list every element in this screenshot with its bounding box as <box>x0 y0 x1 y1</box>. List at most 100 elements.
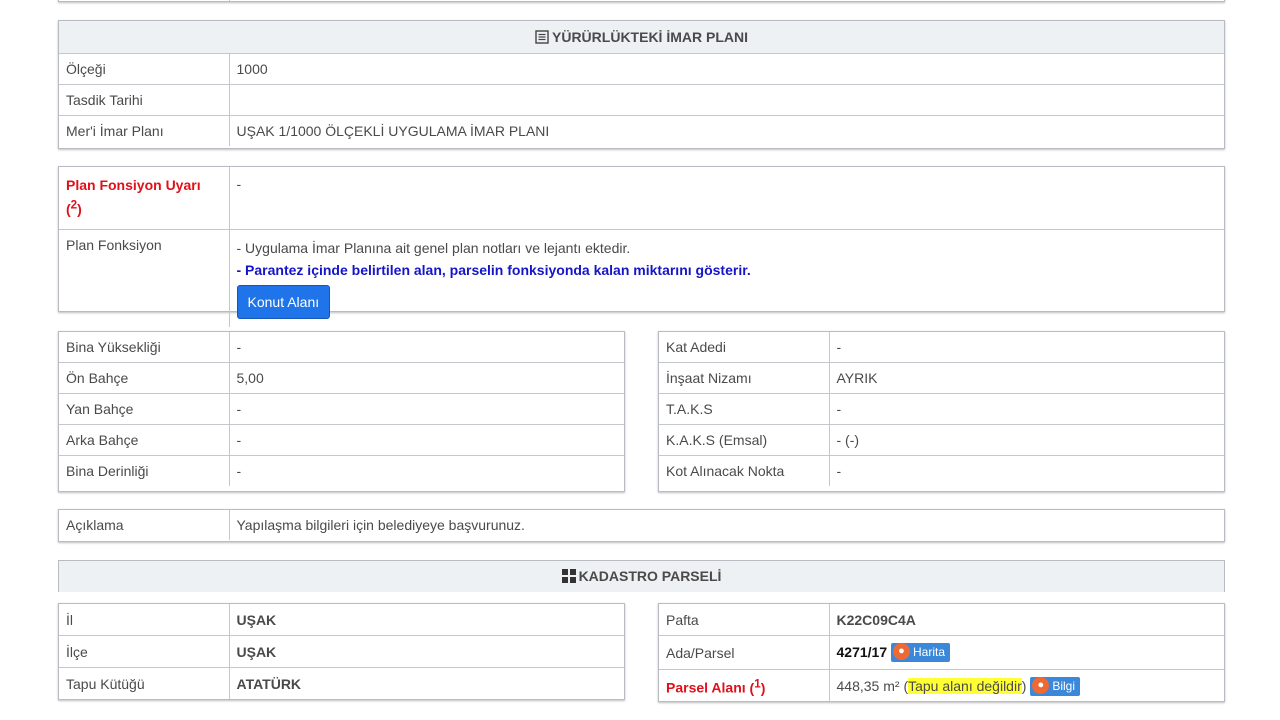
parsel-alani-label: Parsel Alanı <box>666 679 746 696</box>
plan-note-parantez: - Parantez içinde belirtilen alan, parse… <box>236 262 751 278</box>
row-label: Mer'i İmar Planı <box>59 115 230 146</box>
row-value: - (-) <box>829 424 1224 456</box>
aciklama-value: Yapılaşma bilgileri için belediyeye başv… <box>236 517 525 533</box>
grid-icon <box>561 563 576 594</box>
kadastro-header: KADASTRO PARSELİ <box>59 561 1224 592</box>
row-value: - <box>229 393 624 425</box>
kadastro-right-table: Pafta K22C09C4A Ada/Parsel 4271/17 ● Harit… <box>659 604 1224 703</box>
table-row: Mer'i İmar Planı UŞAK 1/1000 ÖLÇEKLİ UYGU… <box>59 115 1224 146</box>
kadastro-right-section: Pafta K22C09C4A Ada/Parsel 4271/17 ● Harit… <box>658 603 1225 703</box>
globe-icon: ● <box>1032 677 1050 694</box>
parsel-alani-footnote: (1) <box>749 677 766 696</box>
row-value: - <box>829 393 1224 425</box>
plan-fonksiyon-value: - Uygulama İmar Planına ait genel plan n… <box>229 230 1224 328</box>
row-label: Bina Derinliği <box>59 455 230 486</box>
imar-plan-table: Ölçeği 1000 Tasdik Tarihi Mer'i İmar Plan… <box>59 54 1224 146</box>
tapu-kutugu-label: Tapu Kütüğü <box>59 667 230 699</box>
row-label: İnşaat Nizamı <box>659 362 830 394</box>
kadastro-left-section: İl UŞAK İlçe UŞAK Tapu Kütüğü ATATÜRK <box>58 603 625 700</box>
kadastro-header-box: KADASTRO PARSELİ <box>58 560 1225 592</box>
yapi-left-table: Bina Yüksekliği - Ön Bahçe 5,00 Yan Bahçe -… <box>59 332 624 486</box>
warning-footnote-number: 2 <box>70 198 78 211</box>
aciklama-table: Açıklama Yapılaşma bilgileri için belediy… <box>59 510 1224 540</box>
row-label: Yan Bahçe <box>59 393 230 425</box>
ilce-label: İlçe <box>59 635 230 668</box>
warning-value: - <box>229 167 1224 230</box>
ada-parsel-label: Ada/Parsel <box>659 635 830 670</box>
table-row: K.A.K.S (Emsal) - (-) <box>659 424 1224 456</box>
aciklama-section: Açıklama Yapılaşma bilgileri için belediy… <box>58 509 1225 542</box>
row-value: 5,00 <box>229 362 624 394</box>
table-row: T.A.K.S - <box>659 393 1224 425</box>
row-value: - <box>229 424 624 456</box>
warning-label-cell: Plan Fonsiyon Uyarı (2) <box>59 167 230 230</box>
row-label: Tasdik Tarihi <box>59 84 230 116</box>
row-label: Kot Alınacak Nokta <box>659 455 830 486</box>
table-row: Plan Fonksiyon - Uygulama İmar Planına a… <box>59 229 1224 328</box>
table-row: Tapu Kütüğü ATATÜRK <box>59 667 624 699</box>
il-value: UŞAK <box>229 604 624 636</box>
bilgi-label: Bilgi <box>1052 679 1075 693</box>
ilce-value: UŞAK <box>229 635 624 668</box>
row-label: T.A.K.S <box>659 393 830 425</box>
harita-button[interactable]: ● Harita <box>891 643 951 662</box>
parsel-alani-footnote-number: 1 <box>754 677 761 691</box>
tapu-alani-note: Tapu alanı değildir <box>908 678 1022 694</box>
row-label: Bina Yüksekliği <box>59 332 230 363</box>
row-value <box>229 84 1224 116</box>
table-row: Arka Bahçe - <box>59 424 624 456</box>
aciklama-label: Açıklama <box>59 510 230 540</box>
row-label: Kat Adedi <box>659 332 830 363</box>
ada-parsel-cell: 4271/17 ● Harita <box>829 635 1224 670</box>
row-label: Arka Bahçe <box>59 424 230 456</box>
row-label: K.A.K.S (Emsal) <box>659 424 830 456</box>
globe-icon: ● <box>893 643 910 660</box>
table-row: Kat Adedi - <box>659 332 1224 363</box>
table-row: Ölçeği 1000 <box>59 54 1224 85</box>
il-label: İl <box>59 604 230 636</box>
warning-footnote: (2) <box>66 198 82 217</box>
bilgi-button[interactable]: ● Bilgi <box>1030 677 1080 696</box>
row-value: UŞAK 1/1000 ÖLÇEKLİ UYGULAMA İMAR PLANI <box>236 123 550 139</box>
imar-plan-section: YÜRÜRLÜKTEKİ İMAR PLANI Ölçeği 1000 Tasdi… <box>58 20 1225 149</box>
plan-fonksiyon-table: Plan Fonsiyon Uyarı (2) - Plan Fonksiyon… <box>59 167 1224 327</box>
row-value: 1000 <box>229 54 1224 85</box>
pafta-value: K22C09C4A <box>829 604 1224 636</box>
table-row: İl UŞAK <box>59 604 624 636</box>
plan-note-general: - Uygulama İmar Planına ait genel plan n… <box>236 240 631 256</box>
tapu-note-close-paren: ) <box>1021 678 1027 694</box>
table-row: Bina Derinliği - <box>59 455 624 486</box>
parsel-alani-value: 448,35 m² <box>836 678 900 694</box>
row-value: - <box>229 332 624 363</box>
konut-alani-button[interactable]: Konut Alanı <box>236 285 331 319</box>
row-label: Ön Bahçe <box>59 362 230 394</box>
kadastro-title: KADASTRO PARSELİ <box>578 568 722 584</box>
table-row: İnşaat Nizamı AYRIK <box>659 362 1224 394</box>
table-row: Tasdik Tarihi <box>59 84 1224 116</box>
imar-plan-title: YÜRÜRLÜKTEKİ İMAR PLANI <box>552 29 748 45</box>
yapi-right-section: Kat Adedi - İnşaat Nizamı AYRIK T.A.K.S - K… <box>658 331 1225 492</box>
kadastro-left-table: İl UŞAK İlçe UŞAK Tapu Kütüğü ATATÜRK <box>59 604 624 699</box>
row-value: - <box>836 463 842 479</box>
plan-fonsiyon-warning-label: Plan Fonsiyon Uyarı <box>66 177 201 193</box>
yapi-right-table: Kat Adedi - İnşaat Nizamı AYRIK T.A.K.S - K… <box>659 332 1224 486</box>
plan-fonksiyon-section: Plan Fonsiyon Uyarı (2) - Plan Fonksiyon… <box>58 166 1225 327</box>
table-row: Ön Bahçe 5,00 <box>59 362 624 394</box>
table-row: İlçe UŞAK <box>59 635 624 668</box>
plan-fonksiyon-label: Plan Fonksiyon <box>59 229 230 327</box>
table-row: Parsel Alanı (1) 448,35 m² (Tapu alanı d… <box>659 669 1224 703</box>
yapi-left-section: Bina Yüksekliği - Ön Bahçe 5,00 Yan Bahçe -… <box>58 331 625 492</box>
table-row: Ada/Parsel 4271/17 ● Harita <box>659 635 1224 670</box>
harita-label: Harita <box>913 645 946 659</box>
previous-section-bottom <box>58 0 1225 2</box>
table-row: Pafta K22C09C4A <box>659 604 1224 636</box>
document-list-icon <box>535 23 549 55</box>
tapu-kutugu-value: ATATÜRK <box>236 675 302 692</box>
table-row: Açıklama Yapılaşma bilgileri için belediy… <box>59 510 1224 540</box>
pafta-label: Pafta <box>659 604 830 636</box>
row-value: - <box>236 463 242 479</box>
table-row: Plan Fonsiyon Uyarı (2) - <box>59 167 1224 230</box>
ada-parsel-value: 4271/17 <box>836 644 888 660</box>
row-value: AYRIK <box>829 362 1224 394</box>
table-row: Yan Bahçe - <box>59 393 624 425</box>
